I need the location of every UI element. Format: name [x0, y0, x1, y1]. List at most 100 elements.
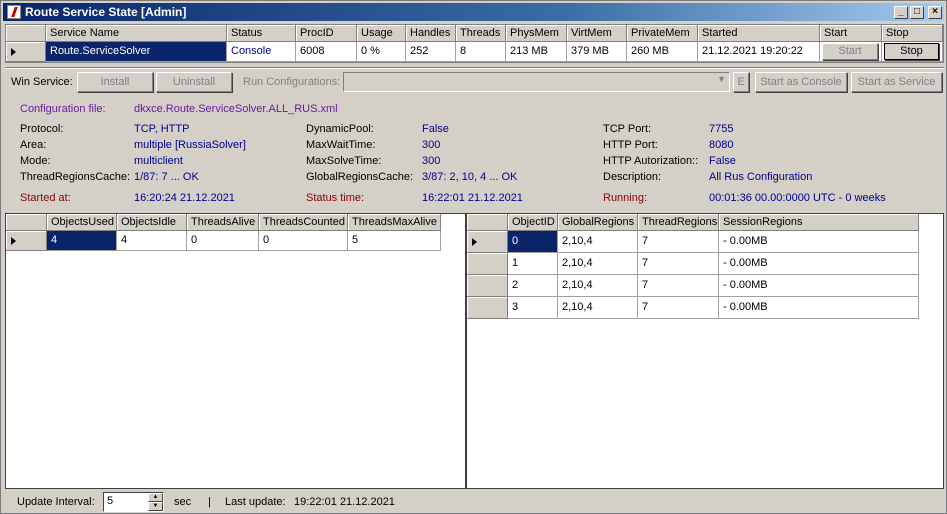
- protocol-label: Protocol:: [20, 123, 64, 135]
- col-service-name[interactable]: Service Name: [46, 25, 227, 42]
- regions-row-header[interactable]: [467, 231, 508, 253]
- tcp-port-value: 7755: [709, 123, 734, 135]
- last-update-value: 19:22:01 21.12.2021: [294, 496, 395, 508]
- col-stop[interactable]: Stop: [882, 25, 943, 42]
- dynamic-pool-label: DynamicPool:: [306, 123, 374, 135]
- col-threads[interactable]: Threads: [456, 25, 506, 42]
- col-threads-counted[interactable]: ThreadsCounted: [259, 214, 348, 231]
- cell-object-id[interactable]: 1: [508, 253, 558, 275]
- http-port-label: HTTP Port:: [603, 139, 658, 151]
- col-virtmem[interactable]: VirtMem: [567, 25, 627, 42]
- start-as-console-button[interactable]: Start as Console: [755, 72, 847, 92]
- col-handles[interactable]: Handles: [406, 25, 456, 42]
- cell-usage[interactable]: 0 %: [357, 42, 406, 62]
- col-privatemem[interactable]: PrivateMem: [627, 25, 698, 42]
- objects-row-header[interactable]: [6, 231, 47, 251]
- cell-threads-max-alive[interactable]: 5: [348, 231, 441, 251]
- max-solve-time-label: MaxSolveTime:: [306, 155, 382, 167]
- cell-session-regions[interactable]: - 0.00MB: [719, 297, 919, 319]
- max-wait-time-value: 300: [422, 139, 441, 151]
- col-procid[interactable]: ProcID: [296, 25, 357, 42]
- cell-thread-regions[interactable]: 7: [638, 253, 719, 275]
- col-object-id[interactable]: ObjectID: [508, 214, 558, 231]
- objects-row-header-corner: [6, 214, 47, 231]
- col-threads-alive[interactable]: ThreadsAlive: [187, 214, 259, 231]
- stop-button[interactable]: Stop: [884, 43, 939, 60]
- cell-thread-regions[interactable]: 7: [638, 297, 719, 319]
- install-button[interactable]: Install: [77, 72, 153, 92]
- cell-session-regions[interactable]: - 0.00MB: [719, 275, 919, 297]
- cell-threads[interactable]: 8: [456, 42, 506, 62]
- status-time-value: 16:22:01 21.12.2021: [422, 192, 523, 204]
- chevron-down-icon: ▼: [717, 74, 726, 84]
- regions-grid: ObjectID GlobalRegions ThreadRegions Ses…: [466, 213, 944, 489]
- col-objects-used[interactable]: ObjectsUsed: [47, 214, 117, 231]
- col-objects-idle[interactable]: ObjectsIdle: [117, 214, 187, 231]
- col-status[interactable]: Status: [227, 25, 296, 42]
- cell-handles[interactable]: 252: [406, 42, 456, 62]
- stepper-down-icon[interactable]: ▼: [148, 502, 163, 511]
- col-threads-max-alive[interactable]: ThreadsMaxAlive: [348, 214, 441, 231]
- area-label: Area:: [20, 139, 47, 151]
- cell-threads-alive[interactable]: 0: [187, 231, 259, 251]
- stepper-up-icon[interactable]: ▲: [148, 493, 163, 502]
- start-as-service-button[interactable]: Start as Service: [851, 72, 942, 92]
- config-file-label: Configuration file:: [20, 103, 106, 115]
- uninstall-button[interactable]: Uninstall: [156, 72, 232, 92]
- col-physmem[interactable]: PhysMem: [506, 25, 567, 42]
- minimize-button[interactable]: _: [894, 6, 908, 19]
- cell-object-id[interactable]: 3: [508, 297, 558, 319]
- cell-global-regions[interactable]: 2,10,4: [558, 297, 638, 319]
- regions-row-header[interactable]: [467, 297, 508, 319]
- col-start[interactable]: Start: [820, 25, 882, 42]
- cell-object-id[interactable]: 2: [508, 275, 558, 297]
- cell-object-id[interactable]: 0: [508, 231, 558, 253]
- update-interval-label: Update Interval:: [17, 496, 95, 508]
- dynamic-pool-value: False: [422, 123, 449, 135]
- run-configurations-select[interactable]: ▼: [343, 72, 730, 92]
- col-session-regions[interactable]: SessionRegions: [719, 214, 919, 231]
- cell-thread-regions[interactable]: 7: [638, 275, 719, 297]
- cell-session-regions[interactable]: - 0.00MB: [719, 253, 919, 275]
- regions-row-header[interactable]: [467, 253, 508, 275]
- cell-procid[interactable]: 6008: [296, 42, 357, 62]
- thread-regions-cache-label: ThreadRegionsCache:: [20, 171, 131, 183]
- protocol-value: TCP, HTTP: [134, 123, 190, 135]
- cell-privatemem[interactable]: 260 MB: [627, 42, 698, 62]
- cell-virtmem[interactable]: 379 MB: [567, 42, 627, 62]
- close-button[interactable]: ×: [928, 6, 942, 19]
- started-at-value: 16:20:24 21.12.2021: [134, 192, 235, 204]
- col-usage[interactable]: Usage: [357, 25, 406, 42]
- services-row-header[interactable]: [6, 42, 46, 62]
- cell-global-regions[interactable]: 2,10,4: [558, 275, 638, 297]
- title-bar[interactable]: Route Service State [Admin] _ □ ×: [3, 3, 944, 21]
- running-value: 00:01:36 00.00:0000 UTC - 0 weeks: [709, 192, 886, 204]
- col-thread-regions[interactable]: ThreadRegions: [638, 214, 719, 231]
- area-value: multiple [RussiaSolver]: [134, 139, 246, 151]
- cell-physmem[interactable]: 213 MB: [506, 42, 567, 62]
- maximize-button[interactable]: □: [910, 6, 924, 19]
- cell-session-regions[interactable]: - 0.00MB: [719, 231, 919, 253]
- services-grid: Service Name Status ProcID Usage Handles…: [5, 24, 944, 63]
- main-window: Route Service State [Admin] _ □ × Servic…: [0, 0, 947, 514]
- col-global-regions[interactable]: GlobalRegions: [558, 214, 638, 231]
- cell-global-regions[interactable]: 2,10,4: [558, 231, 638, 253]
- cell-global-regions[interactable]: 2,10,4: [558, 253, 638, 275]
- cell-service-name[interactable]: Route.ServiceSolver: [46, 42, 227, 62]
- tcp-port-label: TCP Port:: [603, 123, 652, 135]
- current-row-arrow-icon: [11, 237, 16, 245]
- cell-objects-used[interactable]: 4: [47, 231, 117, 251]
- started-at-label: Started at:: [20, 192, 71, 204]
- cell-threads-counted[interactable]: 0: [259, 231, 348, 251]
- update-interval-value[interactable]: 5: [107, 495, 113, 507]
- http-port-value: 8080: [709, 139, 734, 151]
- start-button[interactable]: Start: [822, 43, 878, 60]
- cell-status[interactable]: Console: [227, 42, 296, 62]
- regions-row-header[interactable]: [467, 275, 508, 297]
- edit-config-button[interactable]: E: [733, 72, 749, 92]
- cell-thread-regions[interactable]: 7: [638, 231, 719, 253]
- cell-objects-idle[interactable]: 4: [117, 231, 187, 251]
- update-interval-stepper[interactable]: 5 ▲ ▼: [103, 492, 164, 512]
- col-started[interactable]: Started: [698, 25, 820, 42]
- cell-started[interactable]: 21.12.2021 19:20:22: [698, 42, 820, 62]
